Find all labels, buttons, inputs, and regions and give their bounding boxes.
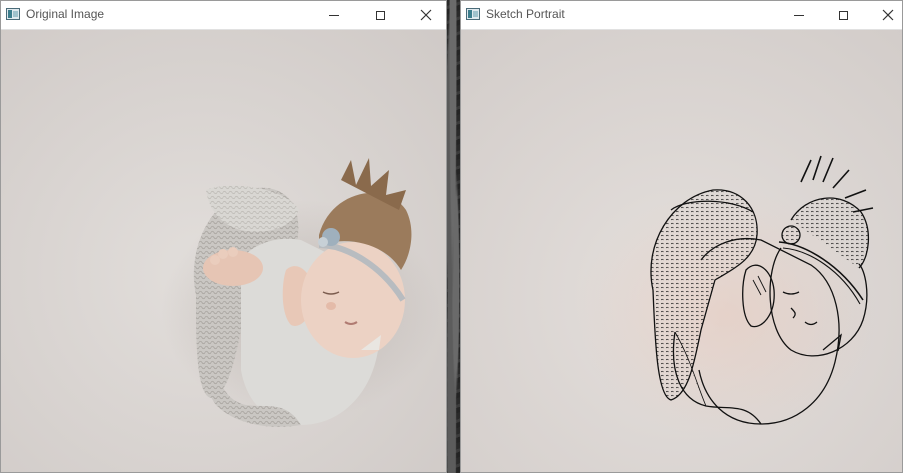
- sketch-portrait-window[interactable]: Sketch Portrait: [460, 0, 903, 473]
- titlebar[interactable]: Sketch Portrait: [461, 1, 902, 30]
- close-button[interactable]: [866, 1, 903, 29]
- image-canvas: [1, 30, 446, 472]
- minimize-button[interactable]: [312, 1, 356, 29]
- original-image-window[interactable]: Original Image: [0, 0, 447, 473]
- baby-photo: [1, 30, 446, 472]
- minimize-button[interactable]: [777, 1, 821, 29]
- app-window-icon: [466, 8, 480, 20]
- desktop-background: [446, 0, 460, 473]
- window-title: Original Image: [26, 7, 105, 21]
- sketch-image: [461, 30, 902, 472]
- close-icon: [882, 9, 894, 21]
- image-canvas: [461, 30, 902, 472]
- titlebar[interactable]: Original Image: [1, 1, 446, 30]
- maximize-button[interactable]: [821, 1, 865, 29]
- close-icon: [420, 9, 432, 21]
- close-button[interactable]: [404, 1, 448, 29]
- window-title: Sketch Portrait: [486, 7, 565, 21]
- maximize-button[interactable]: [358, 1, 402, 29]
- app-window-icon: [6, 8, 20, 20]
